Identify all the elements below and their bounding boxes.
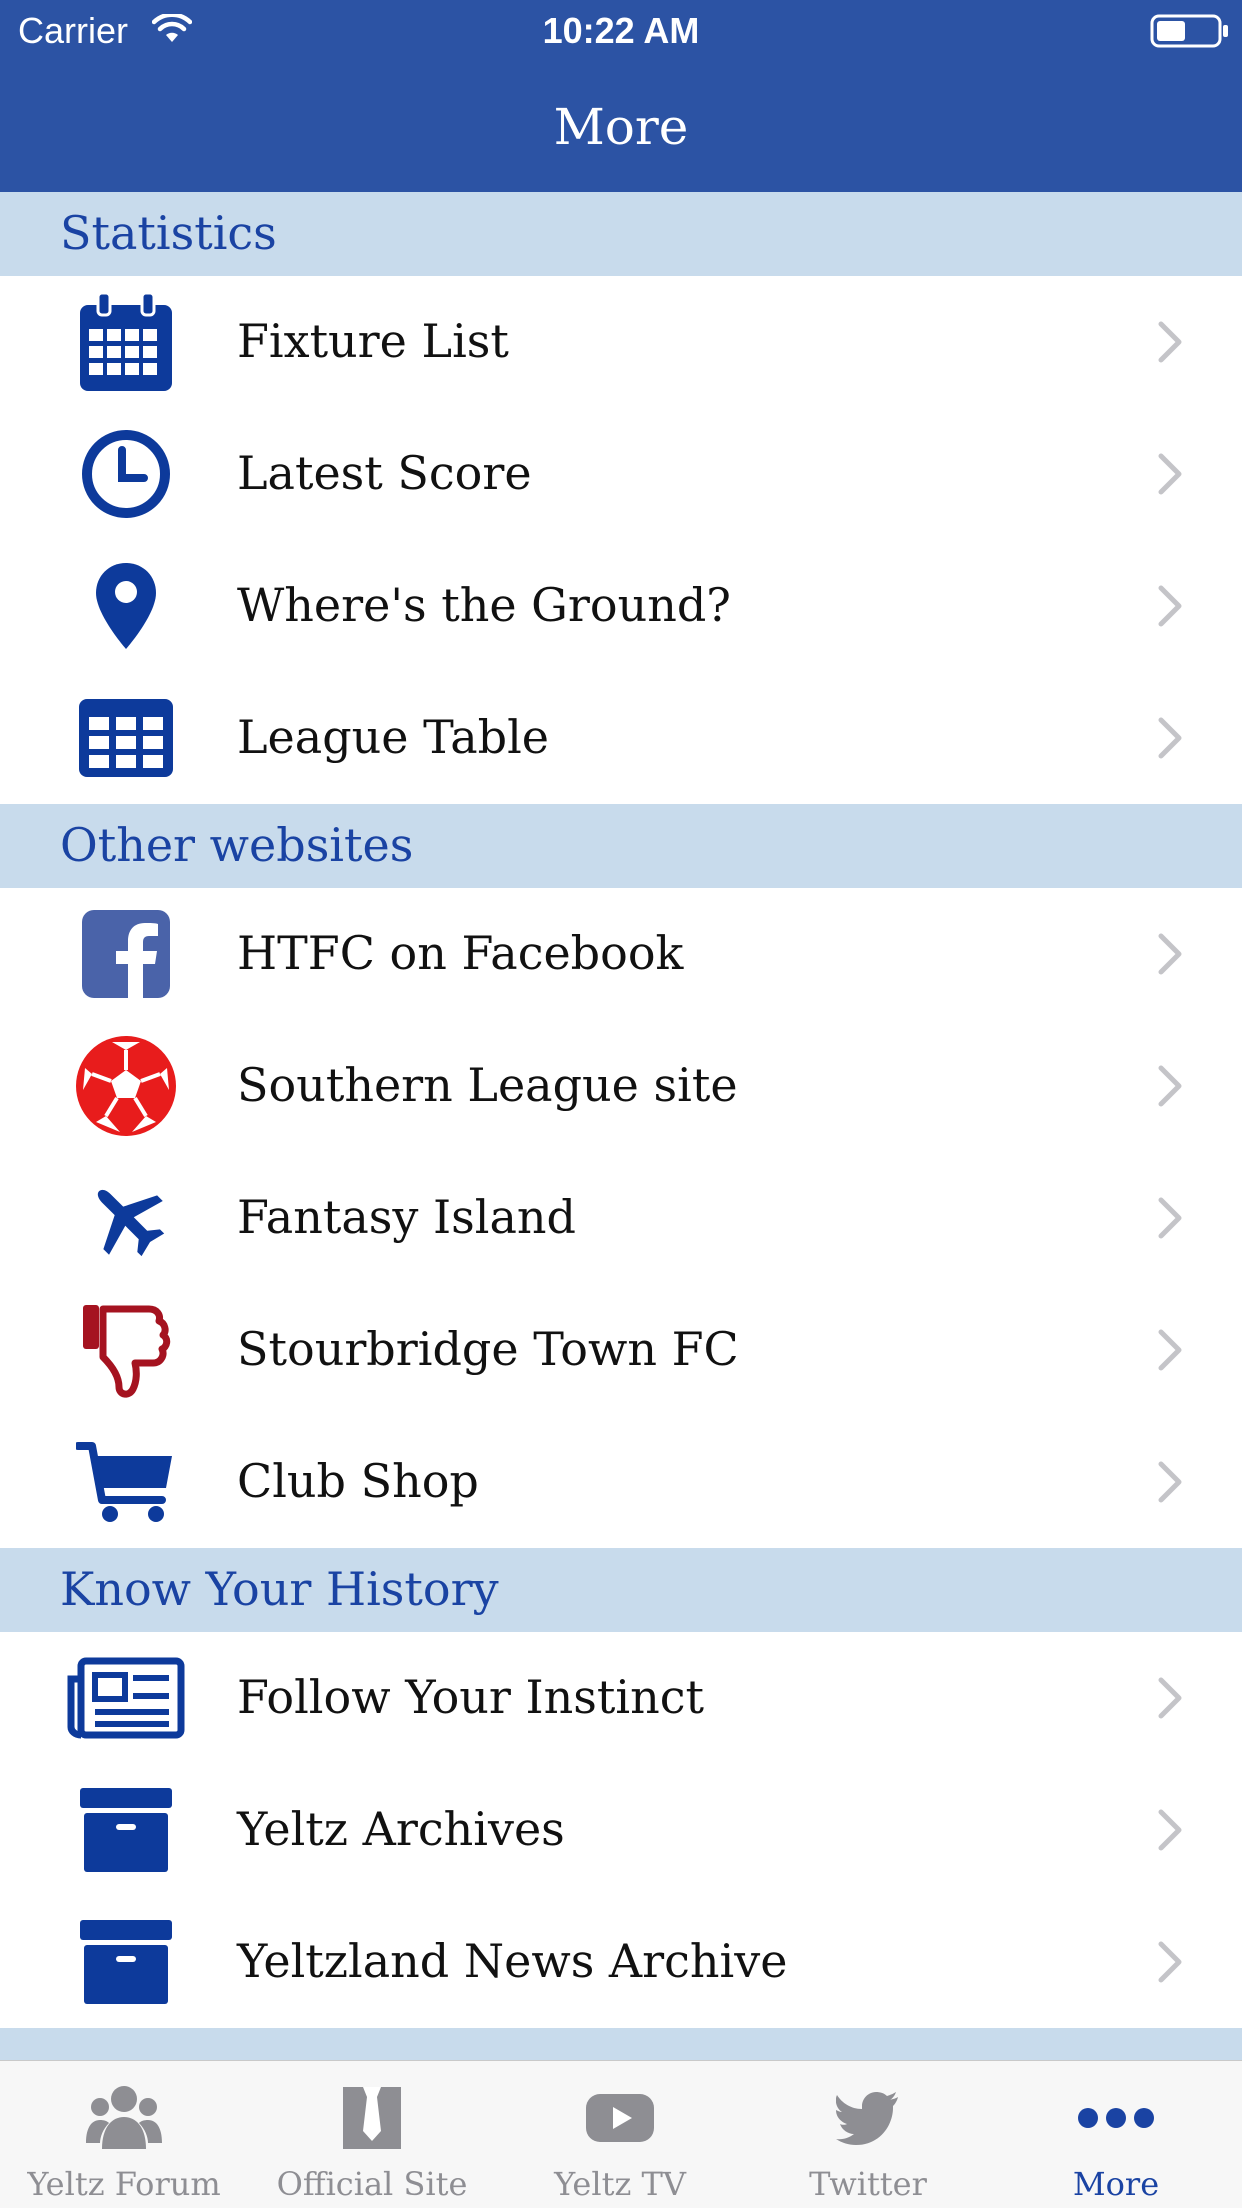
- tab-yeltz-tv[interactable]: Yeltz TV: [496, 2061, 744, 2208]
- map-pin-icon: [66, 560, 186, 652]
- tab-more[interactable]: More: [992, 2061, 1240, 2208]
- list-item-league-table[interactable]: League Table: [0, 672, 1242, 804]
- list-item-label: Where's the Ground?: [237, 578, 731, 632]
- chevron-right-icon: [1155, 1940, 1185, 1988]
- list-item-label: Southern League site: [237, 1058, 738, 1112]
- football-icon: [66, 1036, 186, 1136]
- section-title: Other websites: [60, 818, 414, 872]
- table-icon: [66, 692, 186, 784]
- tab-label: Yeltz Forum: [27, 2165, 221, 2203]
- list-item-wheres-the-ground[interactable]: Where's the Ground?: [0, 540, 1242, 672]
- section-title: Know Your History: [60, 1562, 499, 1616]
- list-item-label: Yeltz Archives: [237, 1802, 565, 1856]
- list-item-htfc-on-facebook[interactable]: HTFC on Facebook: [0, 888, 1242, 1020]
- chevron-right-icon: [1155, 1196, 1185, 1244]
- airplane-icon: [66, 1172, 186, 1264]
- chevron-right-icon: [1155, 584, 1185, 632]
- list-item-label: Stourbridge Town FC: [237, 1322, 739, 1376]
- group-icon: [0, 2083, 248, 2153]
- list-item-label: Fixture List: [237, 314, 509, 368]
- tab-official-site[interactable]: Official Site: [248, 2061, 496, 2208]
- list-item-follow-your-instinct[interactable]: Follow Your Instinct: [0, 1632, 1242, 1764]
- list-item-southern-league-site[interactable]: Southern League site: [0, 1020, 1242, 1152]
- chevron-right-icon: [1155, 932, 1185, 980]
- tab-label: Official Site: [276, 2165, 468, 2203]
- list-item-label: HTFC on Facebook: [237, 926, 684, 980]
- navigation-header: Carrier 10:22 AM More: [0, 0, 1242, 192]
- list-item-fantasy-island[interactable]: Fantasy Island: [0, 1152, 1242, 1284]
- list-item-latest-score[interactable]: Latest Score: [0, 408, 1242, 540]
- tab-twitter[interactable]: Twitter: [744, 2061, 992, 2208]
- youtube-icon: [496, 2083, 744, 2153]
- tab-label: Twitter: [809, 2165, 927, 2203]
- cart-icon: [66, 1436, 186, 1528]
- page-title: More: [553, 98, 689, 156]
- list-item-label: Follow Your Instinct: [237, 1670, 704, 1724]
- list-item-label: Yeltzland News Archive: [237, 1934, 788, 1988]
- list-item-club-shop[interactable]: Club Shop: [0, 1416, 1242, 1548]
- chevron-right-icon: [1155, 1676, 1185, 1724]
- more-icon: [992, 2083, 1240, 2153]
- chevron-right-icon: [1155, 716, 1185, 764]
- shirt-icon: [248, 2083, 496, 2153]
- list-item-label: Latest Score: [237, 446, 532, 500]
- tab-yeltz-forum[interactable]: Yeltz Forum: [0, 2061, 248, 2208]
- list-item-label: Fantasy Island: [237, 1190, 576, 1244]
- clock-label: 10:22 AM: [542, 10, 700, 51]
- chevron-right-icon: [1155, 1064, 1185, 1112]
- list-item-label: Club Shop: [237, 1454, 479, 1508]
- archive-box-icon: [66, 1916, 186, 2008]
- section-header-other-websites: Other websites: [0, 804, 1242, 888]
- battery-icon: [1150, 14, 1230, 53]
- tab-label: More: [1072, 2165, 1160, 2203]
- newspaper-icon: [66, 1652, 186, 1744]
- chevron-right-icon: [1155, 452, 1185, 500]
- facebook-icon: [66, 908, 186, 1000]
- thumbs-down-icon: [66, 1304, 186, 1398]
- status-bar: Carrier 10:22 AM: [0, 0, 1242, 62]
- list-item-stourbridge-town-fc[interactable]: Stourbridge Town FC: [0, 1284, 1242, 1416]
- tab-bar: Yeltz Forum Official Site Yeltz TV Twitt…: [0, 2060, 1242, 2208]
- clock-icon: [66, 428, 186, 520]
- chevron-right-icon: [1155, 1808, 1185, 1856]
- chevron-right-icon: [1155, 320, 1185, 368]
- chevron-right-icon: [1155, 1460, 1185, 1508]
- twitter-icon: [744, 2083, 992, 2153]
- calendar-icon: [66, 291, 186, 391]
- list-item-yeltz-archives[interactable]: Yeltz Archives: [0, 1764, 1242, 1896]
- archive-box-icon: [66, 1784, 186, 1876]
- section-header-know-your-history: Know Your History: [0, 1548, 1242, 1632]
- section-header-statistics: Statistics: [0, 192, 1242, 276]
- more-list: Statistics Fixture List Latest Score Whe…: [0, 192, 1242, 2112]
- list-item-yeltzland-news-archive[interactable]: Yeltzland News Archive: [0, 1896, 1242, 2028]
- list-item-label: League Table: [237, 710, 550, 764]
- section-title: Statistics: [60, 206, 277, 260]
- chevron-right-icon: [1155, 1328, 1185, 1376]
- tab-label: Yeltz TV: [554, 2165, 686, 2203]
- list-item-fixture-list[interactable]: Fixture List: [0, 276, 1242, 408]
